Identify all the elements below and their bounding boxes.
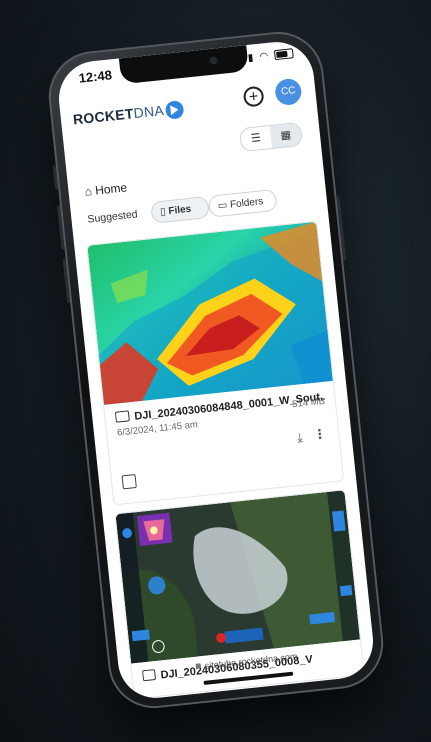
lock-icon [195, 663, 202, 669]
battery-icon [273, 48, 294, 61]
list-view-icon[interactable]: ☰ [240, 126, 272, 151]
download-icon[interactable]: ⤓ [296, 430, 303, 445]
avatar[interactable]: CC [274, 77, 303, 107]
select-checkbox[interactable] [121, 473, 137, 490]
volume-up-button [56, 205, 65, 250]
folder-icon: ▭ [217, 199, 228, 212]
view-toggle: ☰ ▦ [238, 121, 304, 153]
status-time: 12:48 [77, 67, 113, 86]
rocketdna-logo[interactable]: ROCKETDNA [72, 100, 185, 130]
grid-view-icon[interactable]: ▦ [269, 122, 302, 148]
tab-files[interactable]: ▯ Files [150, 195, 211, 224]
volume-down-button [62, 259, 71, 304]
logo-mark-icon [165, 100, 185, 121]
suggested-label: Suggested [86, 208, 139, 226]
phone-screen: 12:48 ▮▮▮ ◠ ROCKETDNA + CC ☰ ▦ ⌂ Home Su… [55, 38, 377, 702]
file-thumbnail[interactable] [115, 490, 360, 664]
file-size: 514 MB [291, 395, 326, 411]
wifi-icon: ◠ [259, 50, 271, 63]
phone-frame: 12:48 ▮▮▮ ◠ ROCKETDNA + CC ☰ ▦ ⌂ Home Su… [44, 27, 388, 713]
file-thumbnail[interactable] [87, 221, 333, 405]
notch [118, 45, 249, 85]
plus-circle-icon[interactable]: + [242, 85, 265, 108]
tab-folders[interactable]: ▭ Folders [207, 188, 278, 218]
breadcrumb[interactable]: ⌂ Home [84, 180, 128, 198]
file-icon: ▯ [159, 206, 167, 218]
image-stack-icon [114, 410, 130, 423]
breadcrumb-home: Home [94, 180, 128, 198]
more-options-icon[interactable]: ⋮ [313, 426, 328, 443]
mute-switch [52, 165, 59, 190]
front-camera [209, 56, 219, 65]
file-card[interactable]: DJI_20240306084848_0001_W_Sout... 6/3/20… [86, 220, 345, 506]
power-button [336, 196, 347, 261]
home-icon: ⌂ [83, 184, 93, 199]
